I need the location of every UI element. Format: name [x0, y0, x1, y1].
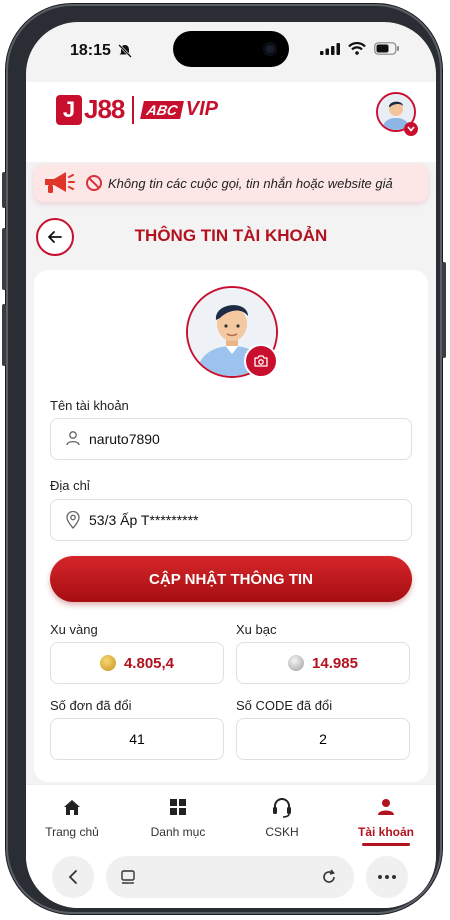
tab-account-label: Tài khoản [357, 825, 414, 839]
camera-icon [254, 355, 268, 367]
location-pin-icon [66, 511, 80, 529]
tab-support[interactable]: CSKH [232, 795, 332, 839]
logo-j88-text: J88 [84, 94, 125, 124]
username-field[interactable]: naruto7890 [50, 418, 412, 460]
active-tab-indicator [362, 843, 410, 846]
orders-redeemed-value: 41 [129, 731, 145, 747]
camera-icon [263, 42, 277, 56]
gold-coin-label: Xu vàng [50, 622, 98, 637]
codes-redeemed-value: 2 [319, 731, 327, 747]
tab-categories[interactable]: Danh mục [128, 795, 228, 839]
phone-side-button [2, 304, 6, 366]
warning-banner: Không tin các cuộc gọi, tin nhắn hoặc we… [34, 164, 428, 202]
gold-coin-box: 4.805,4 [50, 642, 224, 684]
grid-icon [170, 799, 186, 815]
phone-side-button [2, 172, 6, 208]
tab-support-label: CSKH [265, 825, 299, 839]
page-title: THÔNG TIN TÀI KHOẢN [134, 226, 328, 245]
silent-bell-icon [118, 44, 132, 58]
phone-frame: 18:15 J J88 ABC VIP Không tin các cuộc g… [2, 4, 446, 914]
orders-redeemed-box: 41 [50, 718, 224, 760]
browser-back-button[interactable] [52, 856, 94, 898]
logo-divider [132, 95, 135, 124]
tabs-list-icon [121, 870, 135, 884]
address-value: 53/3 Ấp T********* [89, 512, 199, 528]
address-field[interactable]: 53/3 Ấp T********* [50, 499, 412, 541]
headset-icon [273, 798, 291, 818]
update-info-button[interactable]: CẬP NHẬT THÔNG TIN [50, 556, 412, 602]
phone-side-button [442, 262, 446, 358]
tab-account[interactable]: Tài khoản [336, 795, 436, 846]
wifi-icon [348, 42, 366, 55]
username-label: Tên tài khoản [50, 398, 129, 413]
silver-coin-value: 14.985 [312, 654, 358, 672]
more-dots-icon [378, 875, 396, 879]
signal-icon [320, 42, 340, 55]
tab-home[interactable]: Trang chủ [26, 795, 122, 839]
prohibited-icon [86, 175, 102, 191]
battery-icon [374, 42, 399, 55]
user-icon [66, 431, 80, 446]
warning-message: Không tin các cuộc gọi, tin nhắn hoặc we… [108, 176, 393, 191]
dynamic-island [173, 31, 289, 67]
megaphone-icon [45, 172, 75, 193]
user-icon [378, 799, 394, 815]
address-label: Địa chỉ [50, 478, 90, 493]
logo-j-mark: J [56, 94, 82, 125]
status-bar: 18:15 [26, 22, 436, 74]
browser-toolbar [26, 850, 436, 908]
account-card: Tên tài khoản naruto7890 Địa chỉ 53/3 Ấp… [34, 270, 428, 782]
bottom-tab-bar: Trang chủ Danh mục CSKH Tài khoản [26, 784, 436, 851]
username-value: naruto7890 [89, 431, 160, 447]
app-header: J J88 ABC VIP [26, 82, 436, 162]
gold-coin-icon [99, 655, 116, 671]
browser-address-pill[interactable] [106, 856, 354, 898]
status-icons [320, 42, 400, 55]
tab-home-label: Trang chủ [45, 825, 99, 839]
tab-categories-label: Danh mục [150, 825, 206, 839]
avatar-dropdown-icon[interactable] [404, 122, 418, 136]
screen: 18:15 J J88 ABC VIP Không tin các cuộc g… [26, 22, 436, 908]
logo-abc-text: ABC [140, 100, 185, 119]
warning-text: Không tin các cuộc gọi, tin nhắn hoặc we… [86, 175, 393, 191]
reload-icon[interactable] [320, 868, 338, 886]
silver-coin-label: Xu bạc [236, 622, 277, 637]
orders-redeemed-label: Số đơn đã đổi [50, 698, 132, 713]
browser-more-button[interactable] [366, 856, 408, 898]
change-avatar-button[interactable] [244, 344, 278, 378]
phone-side-button [2, 228, 6, 290]
codes-redeemed-box: 2 [236, 718, 410, 760]
codes-redeemed-label: Số CODE đã đổi [236, 698, 333, 713]
gold-coin-value: 4.805,4 [123, 654, 175, 672]
chevron-left-icon [68, 870, 77, 884]
brand-logo[interactable]: J J88 ABC VIP [56, 94, 218, 125]
logo-vip-text: VIP [185, 98, 218, 120]
silver-coin-icon [288, 655, 305, 671]
status-time: 18:15 [70, 42, 111, 59]
home-icon [64, 799, 80, 815]
silver-coin-box: 14.985 [236, 642, 410, 684]
